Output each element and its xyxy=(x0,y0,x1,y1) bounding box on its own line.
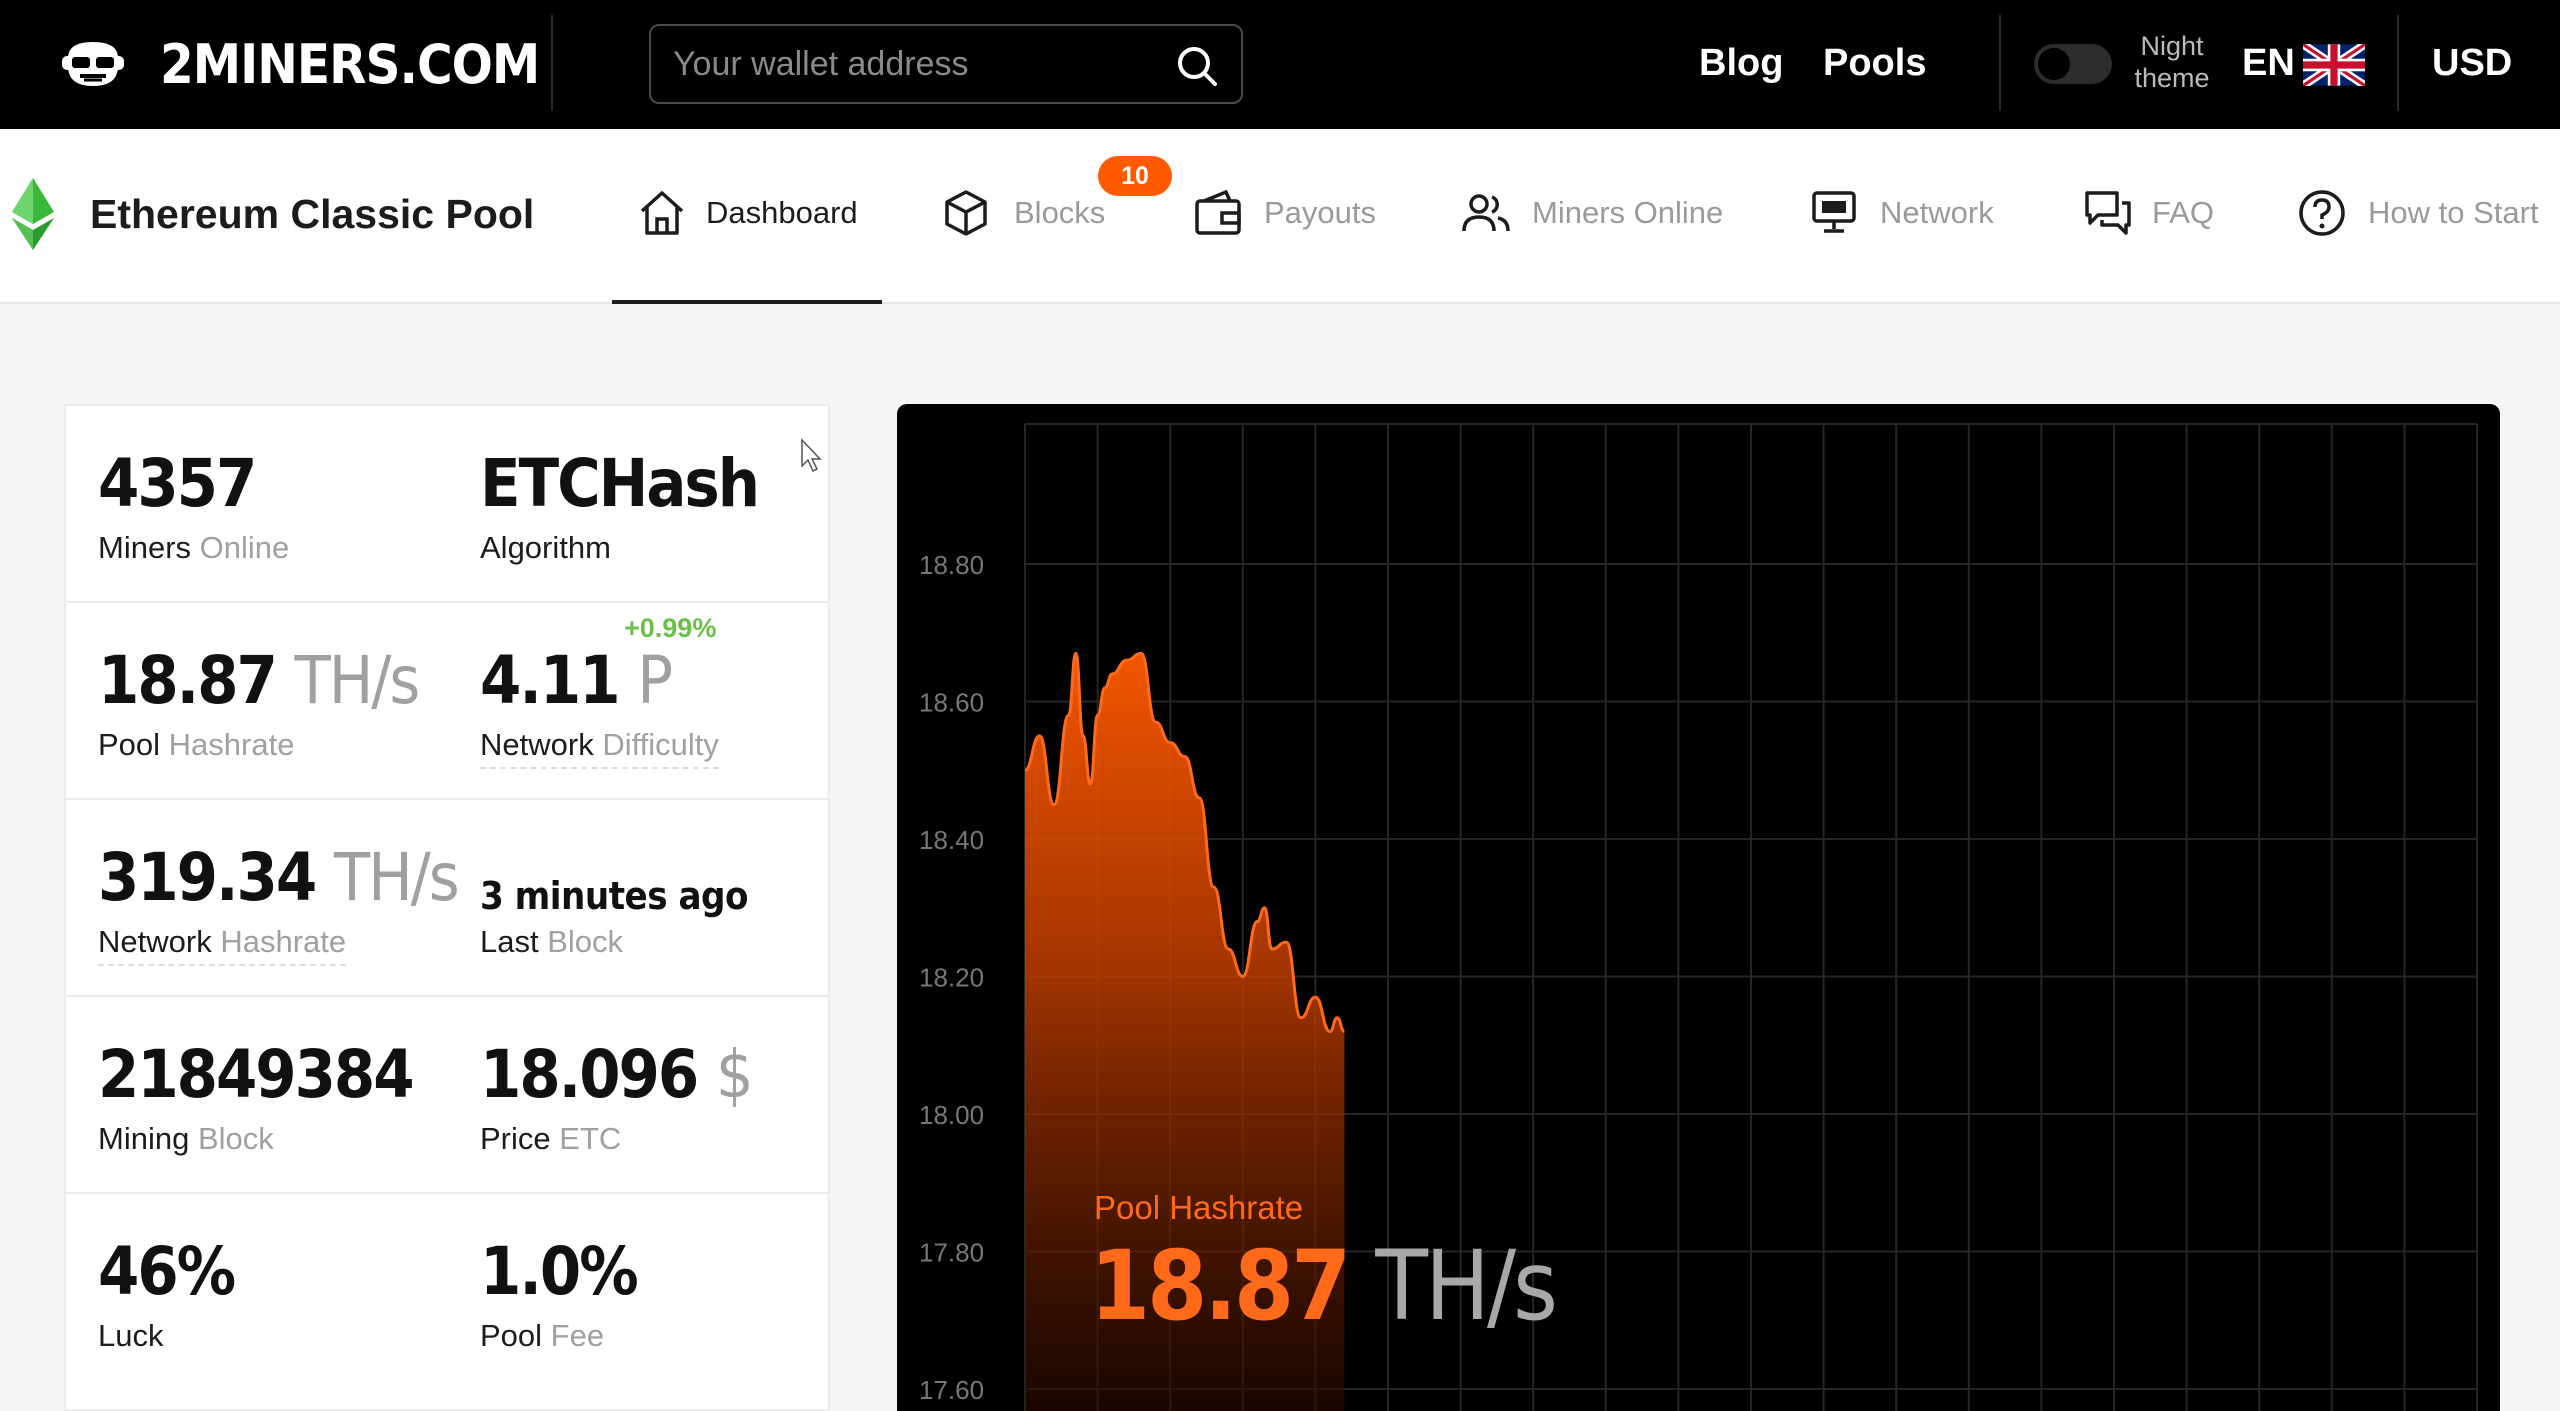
language-selector[interactable]: EN xyxy=(2242,38,2295,88)
pool-title: Ethereum Classic Pool xyxy=(90,191,535,237)
question-icon xyxy=(2299,190,2345,236)
y-tick-label: 18.40 xyxy=(919,825,984,855)
chart-title: Pool Hashrate xyxy=(1094,1189,1304,1226)
wallet-icon xyxy=(1195,189,1241,235)
stat-value: ETCHash xyxy=(480,445,760,522)
home-icon xyxy=(640,191,684,235)
header-divider xyxy=(551,15,553,111)
tab-how-to-start[interactable]: How to Start xyxy=(2296,129,2556,304)
toggle-knob xyxy=(2038,48,2070,80)
tab-label: FAQ xyxy=(2152,195,2215,230)
mouse-cursor-icon xyxy=(801,438,822,473)
stat-label: Mining Block xyxy=(98,1121,274,1156)
stat-luck: 46% Luck xyxy=(66,1194,446,1391)
stat-label: Price ETC xyxy=(480,1121,622,1156)
stat-last-block: 3 minutes ago Last Block xyxy=(448,800,828,997)
y-tick-label: 18.60 xyxy=(919,688,984,718)
ethereum-classic-logo-icon xyxy=(12,178,54,250)
stat-value: 46% xyxy=(98,1233,236,1310)
pool-hashrate-chart: 17.60 17.80 18.00 18.20 18.40 18.60 18.80 Pool… xyxy=(897,404,2500,1411)
stat-label[interactable]: Network Difficulty xyxy=(480,723,719,769)
stat-label: Pool Fee xyxy=(480,1318,605,1353)
stat-label: Pool Hashrate xyxy=(98,727,295,762)
blog-link[interactable]: Blog xyxy=(1699,38,1783,88)
monitor-icon xyxy=(1812,191,1856,233)
top-bar: 2MINERS.COM Blog Pools Night theme EN US… xyxy=(0,0,2560,129)
tab-label: Blocks xyxy=(1014,195,1106,230)
wallet-address-input[interactable] xyxy=(673,38,1153,90)
tab-blocks[interactable]: Blocks xyxy=(940,129,1120,304)
y-tick-label: 18.20 xyxy=(919,963,984,993)
pools-link[interactable]: Pools xyxy=(1823,38,1926,88)
stat-value: 319.34 TH/s xyxy=(98,839,460,916)
active-tab-indicator xyxy=(612,300,882,304)
stat-price: 18.096 $ Price ETC xyxy=(448,997,828,1194)
stat-pool-hashrate: 18.87 TH/s Pool Hashrate xyxy=(66,603,446,800)
tab-label: Dashboard xyxy=(706,195,858,230)
tab-label: How to Start xyxy=(2368,195,2539,230)
stat-network-hashrate: 319.34 TH/s Network Hashrate xyxy=(66,800,460,997)
stats-row: 21849384 Mining Block 18.096 $ Price ETC xyxy=(66,997,828,1194)
y-tick-label: 18.00 xyxy=(919,1100,984,1130)
tab-network[interactable]: Network xyxy=(1808,129,2008,304)
y-tick-label: 17.80 xyxy=(919,1238,984,1268)
tab-miners-online[interactable]: Miners Online xyxy=(1460,129,1730,304)
night-theme-label: Night theme xyxy=(2134,31,2210,93)
tab-dashboard[interactable]: Dashboard xyxy=(612,129,882,304)
stat-label: Algorithm xyxy=(480,530,611,565)
cube-icon xyxy=(945,190,987,236)
stat-value: 18.87 TH/s xyxy=(98,642,420,719)
y-tick-label: 18.80 xyxy=(919,550,984,580)
stats-row: 4357 Miners Online ETCHash Algorithm xyxy=(66,406,828,603)
stat-value: 1.0% xyxy=(480,1233,639,1310)
miner-mascot-icon[interactable] xyxy=(58,36,128,92)
chart-current-value: 18.87 TH/s xyxy=(1090,1230,1558,1342)
new-blocks-badge: 10 xyxy=(1098,156,1172,196)
stat-label[interactable]: Network Hashrate xyxy=(98,920,347,966)
currency-selector[interactable]: USD xyxy=(2432,38,2512,88)
users-icon xyxy=(1462,194,1510,232)
stat-mining-block: 21849384 Mining Block xyxy=(66,997,446,1194)
stat-label: Miners Online xyxy=(98,530,290,565)
stat-value: 21849384 xyxy=(98,1036,415,1113)
night-theme-toggle[interactable] xyxy=(2034,44,2112,84)
stat-value: 4.11 P xyxy=(480,642,673,719)
chat-icon xyxy=(2085,191,2131,235)
tab-payouts[interactable]: Payouts xyxy=(1192,129,1392,304)
site-logo[interactable]: 2MINERS.COM xyxy=(160,30,540,100)
tab-label: Payouts xyxy=(1264,195,1377,230)
uk-flag-icon[interactable] xyxy=(2303,44,2365,86)
header-divider xyxy=(1999,15,2001,111)
pool-navigation: Ethereum Classic Pool Dashboard Blocks 1… xyxy=(0,129,2560,304)
tab-label: Miners Online xyxy=(1532,195,1724,230)
pool-stats-card: 4357 Miners Online ETCHash Algorithm 18.… xyxy=(64,404,830,1411)
stat-value: 4357 xyxy=(98,445,257,522)
stat-value: 18.096 $ xyxy=(480,1036,754,1113)
stats-row: 319.34 TH/s Network Hashrate 3 minutes a… xyxy=(66,800,828,997)
stat-label: Last Block xyxy=(480,924,624,959)
price-change-badge: +0.99% xyxy=(624,613,717,643)
wallet-search-box xyxy=(649,24,1243,104)
stat-algorithm: ETCHash Algorithm xyxy=(448,406,828,603)
stats-row: 46% Luck 1.0% Pool Fee xyxy=(66,1194,828,1391)
stat-miners-online: 4357 Miners Online xyxy=(66,406,446,603)
y-tick-label: 17.60 xyxy=(919,1375,984,1405)
search-icon[interactable] xyxy=(1175,44,1219,88)
tab-faq[interactable]: FAQ xyxy=(2082,129,2222,304)
stat-label: Luck xyxy=(98,1318,164,1353)
tab-label: Network xyxy=(1880,195,1994,230)
stat-pool-fee: 1.0% Pool Fee xyxy=(448,1194,828,1391)
y-axis-ticks: 17.60 17.80 18.00 18.20 18.40 18.60 18.80 xyxy=(919,550,984,1405)
header-divider xyxy=(2397,15,2399,111)
